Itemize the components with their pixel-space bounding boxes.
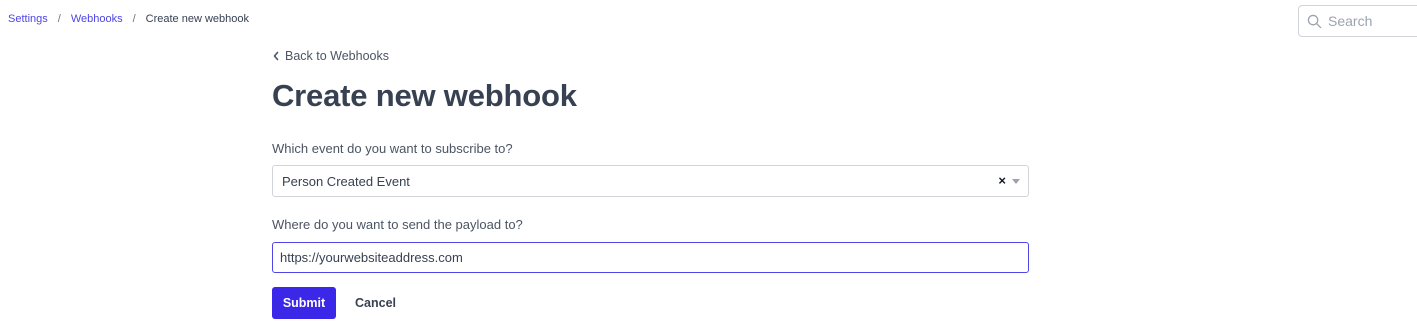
event-select[interactable]: Person Created Event × xyxy=(272,165,1029,197)
back-link-label: Back to Webhooks xyxy=(285,49,389,63)
page-title: Create new webhook xyxy=(272,78,577,113)
breadcrumb: Settings / Webhooks / Create new webhook xyxy=(8,13,249,25)
form-actions: Submit Cancel xyxy=(272,287,1029,319)
cancel-button[interactable]: Cancel xyxy=(355,296,396,310)
breadcrumb-webhooks-link[interactable]: Webhooks xyxy=(71,13,123,25)
chevron-down-icon[interactable] xyxy=(1012,179,1020,184)
breadcrumb-separator: / xyxy=(57,13,61,25)
submit-button[interactable]: Submit xyxy=(272,287,336,319)
search-box[interactable] xyxy=(1298,5,1417,37)
url-field-label: Where do you want to send the payload to… xyxy=(272,217,523,232)
main-content: Back to Webhooks Create new webhook Whic… xyxy=(272,48,1029,319)
payload-url-input[interactable] xyxy=(272,242,1029,273)
clear-icon[interactable]: × xyxy=(998,174,1006,188)
search-input[interactable] xyxy=(1328,13,1417,29)
search-icon xyxy=(1307,14,1322,28)
chevron-left-icon xyxy=(273,51,279,61)
breadcrumb-current: Create new webhook xyxy=(145,13,249,25)
back-to-webhooks-link[interactable]: Back to Webhooks xyxy=(272,48,1029,64)
breadcrumb-separator: / xyxy=(132,13,136,25)
event-field-label: Which event do you want to subscribe to? xyxy=(272,141,513,156)
event-select-value: Person Created Event xyxy=(282,173,410,189)
breadcrumb-settings-link[interactable]: Settings xyxy=(8,13,48,25)
